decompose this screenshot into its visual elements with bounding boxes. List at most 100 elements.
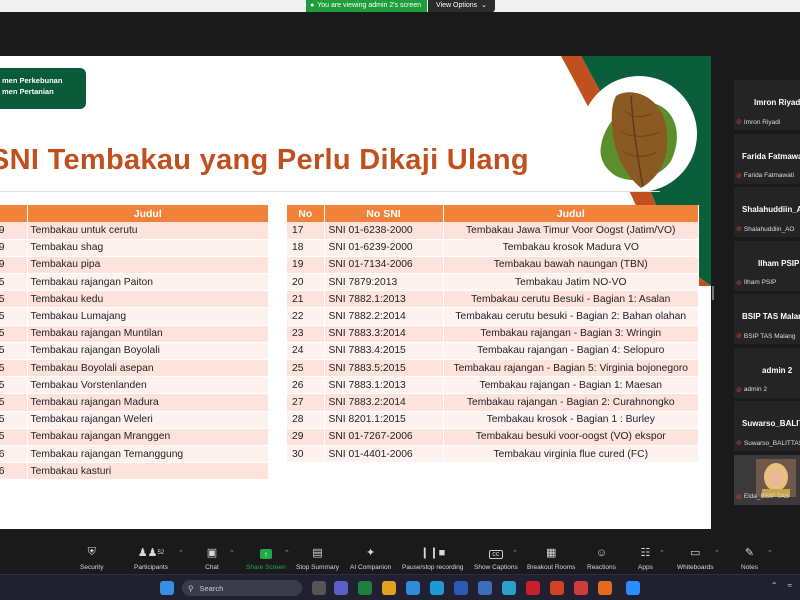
document-icon: ▤: [312, 547, 323, 559]
row-number: 21: [287, 290, 325, 309]
sni-code: SNI 01-7134-2006: [324, 256, 444, 275]
row-number: 95: [0, 376, 28, 395]
ai-companion-button[interactable]: ✦ AI Companion: [350, 541, 391, 574]
breakout-rooms-button[interactable]: ▦ Breakout Rooms: [527, 541, 575, 574]
file-explorer-icon[interactable]: [382, 581, 396, 595]
zoom-app-icon[interactable]: [626, 581, 640, 595]
chat-button[interactable]: ▣ Chat: [205, 541, 219, 574]
whiteboard-icon: ▭: [690, 547, 701, 559]
row-number: 96: [0, 445, 28, 464]
table-row: 29 SNI 01-7267-2006 Tembakau besuki voor-o…: [287, 428, 699, 446]
firefox-icon[interactable]: [598, 581, 612, 595]
table-row: 95Tembakau kedu: [0, 290, 269, 309]
whiteboards-button[interactable]: ▭ Whiteboards: [677, 541, 714, 574]
viewing-banner: ● You are viewing admin 2's screen View …: [306, 0, 495, 12]
table-header: Judul: [443, 205, 699, 222]
telegram-icon[interactable]: [478, 581, 492, 595]
teams-icon[interactable]: [334, 581, 348, 595]
sni-code: SNI 01-6238-2000: [324, 222, 444, 240]
excel-icon[interactable]: [358, 581, 372, 595]
powerpoint-icon[interactable]: [550, 581, 564, 595]
word-icon[interactable]: [454, 581, 468, 595]
row-number: 23: [287, 325, 325, 343]
agency-line-1: men Perkebunan: [2, 76, 63, 85]
participants-button[interactable]: ♟♟ 52 Participants: [134, 541, 168, 574]
notes-icon: ✎: [744, 547, 755, 559]
row-title: Tembakau rajangan Paiton: [27, 273, 269, 292]
row-number: 25: [287, 359, 325, 378]
security-button[interactable]: ⛨ Security: [80, 541, 103, 574]
reactions-button[interactable]: ☺ Reactions: [587, 541, 616, 574]
wifi-icon[interactable]: ≈: [788, 581, 792, 590]
chevron-up-icon[interactable]: ⌃: [512, 549, 518, 557]
pdf-icon[interactable]: [574, 581, 588, 595]
row-number: 19: [287, 256, 325, 275]
view-options-button[interactable]: View Options ⌄: [428, 0, 495, 12]
participant-tile[interactable]: Ilham PSIP ⊘ Ilham PSIP: [734, 240, 800, 291]
chevron-up-icon[interactable]: ⌃: [767, 549, 773, 557]
participant-tile[interactable]: Imron Riyadi ⊘ Imron Riyadi: [734, 80, 800, 130]
right-sni-table: No No SNI Judul 17 SNI 01-6238-2000 Tembak…: [287, 205, 699, 464]
participant-display-name: BSIP TAS Malang: [742, 312, 800, 321]
sni-code: SNI 01-4401-2006: [324, 445, 444, 464]
windows-start-icon[interactable]: [160, 581, 174, 595]
row-number: 95: [0, 411, 28, 429]
show-captions-button[interactable]: cc Show Captions: [474, 541, 518, 574]
row-number: 27: [287, 393, 325, 412]
chevron-up-icon[interactable]: ⌃: [229, 549, 235, 557]
participant-tile[interactable]: Suwarso_BALITTAS⊘Suwarso_BALITTAS: [734, 401, 800, 451]
table-row: 17 SNI 01-6238-2000 Tembakau Jawa Timur Vo…: [287, 222, 699, 240]
participant-tile[interactable]: admin 2 ⊘ admin 2: [734, 347, 800, 398]
participant-label: ⊘ BSIP TAS Malang: [736, 332, 796, 341]
people-icon: ♟♟ 52: [137, 547, 165, 559]
row-number: 96: [0, 462, 28, 481]
sni-code: SNI 7882.1:2013: [324, 290, 444, 309]
row-number: 49: [0, 239, 28, 257]
table-row: 22 SNI 7882.2:2014 Tembakau cerutu besuki …: [287, 307, 699, 326]
shield-icon: ●: [310, 2, 315, 9]
row-number: 95: [0, 428, 28, 446]
chevron-up-icon[interactable]: ⌃: [659, 549, 665, 557]
antivirus-icon[interactable]: [526, 581, 540, 595]
participant-tile[interactable]: Farida Fatmawati⊘Farida Fatmawati: [734, 133, 800, 184]
table-row: 21 SNI 7882.1:2013 Tembakau cerutu Besuki …: [287, 290, 699, 309]
row-title: Tembakau Jawa Timur Voor Oogst (Jatim/VO…: [443, 222, 699, 240]
resize-handle[interactable]: [712, 286, 714, 300]
participant-tile[interactable]: Shalahuddiin_AO⊘Shalahuddiin_AO: [734, 187, 800, 237]
sni-code: SNI 7883.1:2013: [324, 376, 444, 395]
participant-label: ⊘ Farida Fatmawati: [736, 172, 794, 180]
store-icon[interactable]: [406, 581, 420, 595]
row-title: Tembakau Jatim NO-VO: [443, 273, 699, 292]
task-view-icon[interactable]: [312, 581, 326, 595]
participant-tile[interactable]: ⊘ Elda_BSIP TAS: [734, 454, 800, 505]
stop-summary-button[interactable]: ▤ Stop Summary: [296, 541, 339, 574]
share-screen-button[interactable]: ↑ Share Screen: [246, 541, 286, 574]
table-row: 95Tembakau rajangan Boyolali: [0, 342, 269, 361]
row-number: 95: [0, 290, 28, 309]
row-title: Tembakau bawah naungan (TBN): [443, 256, 699, 275]
chevron-up-icon[interactable]: ⌃: [771, 581, 778, 590]
notes-button[interactable]: ✎ Notes: [741, 541, 758, 574]
row-number: 95: [0, 273, 28, 292]
captions-icon: cc: [488, 550, 503, 559]
apps-button[interactable]: ☷ Apps: [638, 541, 653, 574]
row-number: 95: [0, 359, 28, 378]
participant-name: Farida Fatmawati: [743, 172, 795, 179]
table-row: 95Tembakau rajangan Mranggen: [0, 428, 269, 446]
participant-name: Imron Riyadi: [743, 118, 781, 126]
chevron-up-icon[interactable]: ⌃: [284, 549, 290, 557]
edge-icon[interactable]: [430, 581, 444, 595]
browser-icon[interactable]: [502, 581, 516, 595]
sni-code: SNI 7879:2013: [324, 273, 444, 292]
chevron-up-icon[interactable]: ⌃: [178, 549, 184, 557]
windows-taskbar: ⚲ Search ⌃ ≈: [0, 574, 800, 600]
row-title: Tembakau virginia flue cured (FC): [443, 445, 699, 464]
taskbar-search[interactable]: ⚲ Search: [182, 580, 302, 596]
chevron-down-icon: ⌄: [479, 2, 487, 9]
row-title: Tembakau rajangan - Bagian 1: Maesan: [443, 376, 699, 395]
pause-recording-button[interactable]: ❙❙■ Pause/stop recording: [402, 541, 463, 574]
chevron-up-icon[interactable]: ⌃: [714, 549, 720, 557]
participant-tile[interactable]: BSIP TAS Malang ⊘BSIP TAS Malang: [734, 294, 800, 344]
apps-icon: ☷: [640, 547, 651, 559]
row-title: Tembakau kasturi: [27, 462, 269, 481]
